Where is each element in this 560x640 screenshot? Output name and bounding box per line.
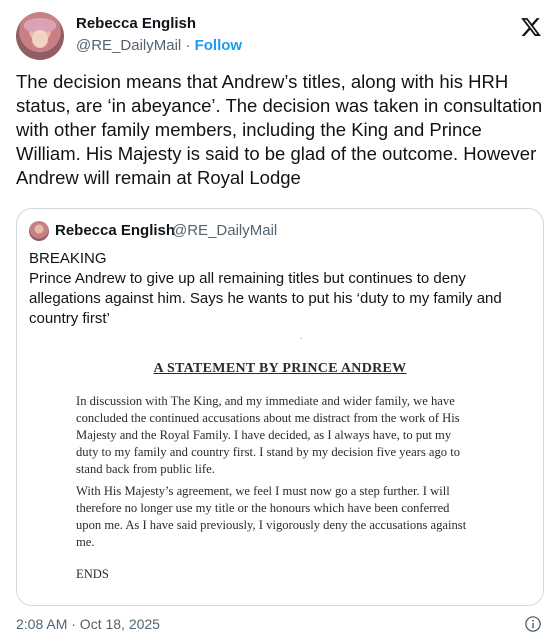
quoted-author-handle: @RE_DailyMail xyxy=(172,222,278,239)
author-name[interactable]: Rebecca English xyxy=(76,15,196,32)
author-handle[interactable]: @RE_DailyMail xyxy=(76,37,181,54)
cropped-header-remnant: ˘·˜ ˙ ˘ ˙ ˘ ˙˜˘˙˘ xyxy=(295,337,365,345)
tweet-text: The decision means that Andrew’s titles,… xyxy=(16,71,543,188)
tweet-timestamp[interactable]: 2:08 AM · Oct 18, 2025 xyxy=(16,616,160,632)
separator-dot: · xyxy=(185,37,191,54)
quoted-breaking-label: BREAKING xyxy=(29,250,107,267)
tweet-header: Rebecca English @RE_DailyMail · Follow xyxy=(16,12,544,60)
quoted-author-avatar xyxy=(29,221,49,241)
statement-image[interactable]: ˘·˜ ˙ ˘ ˙ ˘ ˙˜˘˙˘ A STATEMENT BY PRINCE … xyxy=(17,337,543,605)
quoted-tweet[interactable]: Rebecca English @RE_DailyMail BREAKING P… xyxy=(16,208,544,606)
author-handle-row: @RE_DailyMail · Follow xyxy=(76,37,242,54)
quoted-tweet-text: BREAKING Prince Andrew to give up all re… xyxy=(29,249,533,329)
info-icon[interactable] xyxy=(524,615,542,633)
statement-title: A STATEMENT BY PRINCE ANDREW xyxy=(153,361,407,376)
quoted-author-name: Rebecca English xyxy=(55,222,176,239)
author-avatar[interactable] xyxy=(16,12,64,60)
statement-paragraph-1: In discussion with The King, and my imme… xyxy=(76,394,461,476)
statement-paragraph-2: With His Majesty’s agreement, we feel I … xyxy=(76,484,467,549)
tweet-footer: 2:08 AM · Oct 18, 2025 xyxy=(16,616,544,634)
quoted-body: Prince Andrew to give up all remaining t… xyxy=(29,270,502,327)
x-logo-icon[interactable] xyxy=(520,16,542,38)
follow-button[interactable]: Follow xyxy=(195,37,243,54)
statement-ends: ENDS xyxy=(76,567,109,581)
